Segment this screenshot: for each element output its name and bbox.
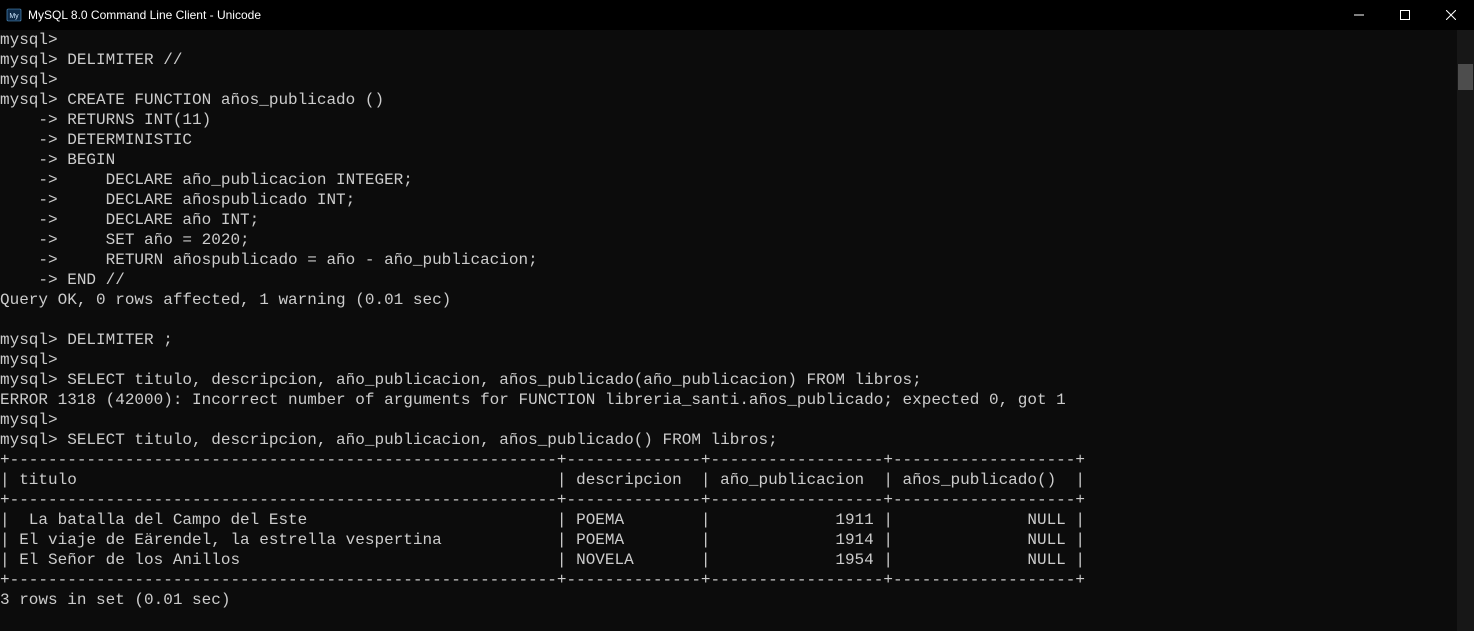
minimize-button[interactable] bbox=[1336, 0, 1382, 30]
svg-text:My: My bbox=[9, 13, 19, 20]
close-button[interactable] bbox=[1428, 0, 1474, 30]
scrollbar-thumb[interactable] bbox=[1458, 64, 1473, 90]
maximize-button[interactable] bbox=[1382, 0, 1428, 30]
app-icon: My bbox=[6, 7, 22, 23]
vertical-scrollbar[interactable] bbox=[1457, 30, 1474, 631]
terminal-output[interactable]: mysql> mysql> DELIMITER // mysql> mysql>… bbox=[0, 30, 1457, 631]
window-controls bbox=[1336, 0, 1474, 30]
window-title: MySQL 8.0 Command Line Client - Unicode bbox=[28, 8, 261, 22]
titlebar: My MySQL 8.0 Command Line Client - Unico… bbox=[0, 0, 1474, 30]
client-area: mysql> mysql> DELIMITER // mysql> mysql>… bbox=[0, 30, 1474, 631]
